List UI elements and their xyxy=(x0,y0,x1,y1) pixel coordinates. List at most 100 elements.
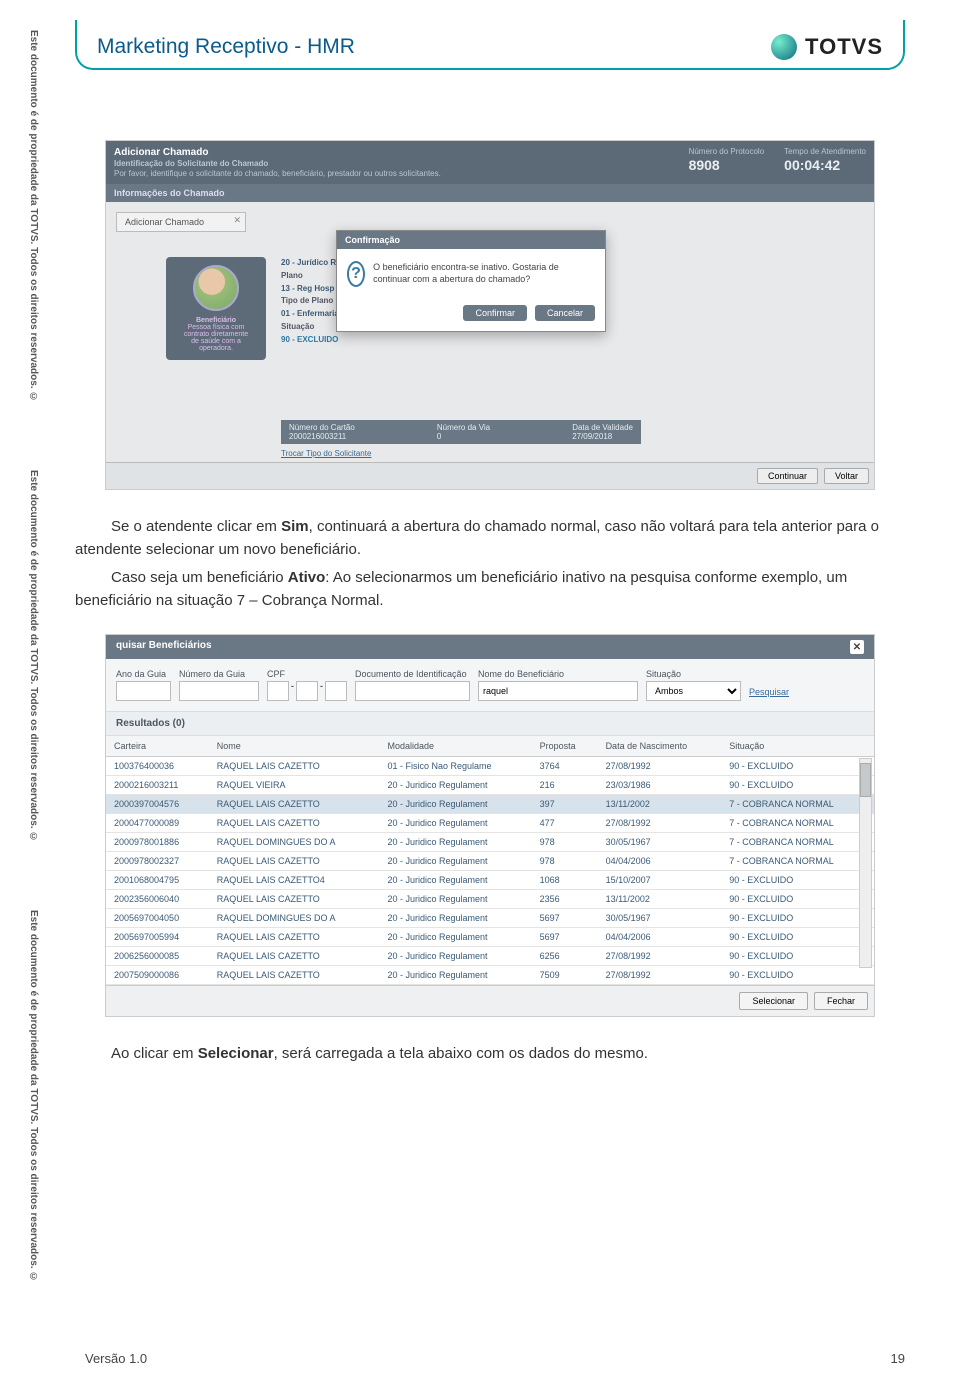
table-row[interactable]: 2000477000089RAQUEL LAIS CAZETTO20 - Jur… xyxy=(106,814,874,833)
table-cell: 2000978002327 xyxy=(106,852,209,871)
table-cell: 20 - Juridico Regulament xyxy=(379,814,531,833)
voltar-button[interactable]: Voltar xyxy=(824,468,869,484)
side-note: Este documento é de propriedade da TOTVS… xyxy=(28,470,39,842)
beneficiario-card[interactable]: Beneficiário Pessoa física com contrato … xyxy=(166,257,266,360)
doc-input[interactable] xyxy=(355,681,470,701)
text-bold: Selecionar xyxy=(198,1045,274,1062)
page-number: 19 xyxy=(891,1351,905,1366)
tab-adicionar-chamado[interactable]: Adicionar Chamado ✕ xyxy=(116,212,246,232)
cpf-input-3[interactable] xyxy=(325,681,347,701)
ident-title: Identificação do Solicitante do Chamado xyxy=(114,159,669,168)
table-row[interactable]: 2005697004050RAQUEL DOMINGUES DO A20 - J… xyxy=(106,909,874,928)
question-icon: ? xyxy=(347,261,365,287)
results-header: Resultados (0) xyxy=(106,712,874,736)
table-cell: 15/10/2007 xyxy=(598,871,722,890)
totvs-logo-text: TOTVS xyxy=(805,34,883,60)
table-cell: 90 - EXCLUIDO xyxy=(721,890,874,909)
table-cell: 1068 xyxy=(532,871,598,890)
text: Caso seja um beneficiário xyxy=(111,569,288,586)
table-cell: RAQUEL LAIS CAZETTO xyxy=(209,757,380,776)
table-row[interactable]: 2000978002327RAQUEL LAIS CAZETTO20 - Jur… xyxy=(106,852,874,871)
ano-input[interactable] xyxy=(116,681,171,701)
table-cell: 90 - EXCLUIDO xyxy=(721,909,874,928)
column-header[interactable]: Data de Nascimento xyxy=(598,736,722,757)
via-label: Número da Via xyxy=(437,423,490,432)
confirm-button[interactable]: Confirmar xyxy=(463,305,527,321)
doc-label: Documento de Identificação xyxy=(355,669,470,679)
table-cell: 27/08/1992 xyxy=(598,757,722,776)
table-cell: 2007509000086 xyxy=(106,966,209,985)
table-cell: 3764 xyxy=(532,757,598,776)
pesquisar-link[interactable]: Pesquisar xyxy=(749,687,789,701)
table-row[interactable]: 2005697005994RAQUEL LAIS CAZETTO20 - Jur… xyxy=(106,928,874,947)
tempo-value: 00:04:42 xyxy=(784,157,866,173)
table-cell: RAQUEL LAIS CAZETTO xyxy=(209,814,380,833)
column-header[interactable]: Modalidade xyxy=(379,736,531,757)
protocolo-label: Número do Protocolo xyxy=(689,147,765,156)
situacao-select[interactable]: Ambos xyxy=(646,681,741,701)
table-cell: 20 - Juridico Regulament xyxy=(379,890,531,909)
table-cell: RAQUEL LAIS CAZETTO4 xyxy=(209,871,380,890)
table-cell: RAQUEL DOMINGUES DO A xyxy=(209,833,380,852)
table-cell: 2000397004576 xyxy=(106,795,209,814)
column-header[interactable]: Situação xyxy=(721,736,874,757)
close-icon[interactable]: ✕ xyxy=(850,640,864,654)
cpf-input-1[interactable] xyxy=(267,681,289,701)
table-cell: 90 - EXCLUIDO xyxy=(721,947,874,966)
table-cell: 20 - Juridico Regulament xyxy=(379,833,531,852)
table-cell: 2006256000085 xyxy=(106,947,209,966)
table-cell: 5697 xyxy=(532,928,598,947)
table-row[interactable]: 100376400036RAQUEL LAIS CAZETTO01 - Fisi… xyxy=(106,757,874,776)
table-cell: 6256 xyxy=(532,947,598,966)
card-title: Beneficiário xyxy=(174,317,258,324)
column-header[interactable]: Nome xyxy=(209,736,380,757)
table-cell: 23/03/1986 xyxy=(598,776,722,795)
nome-input[interactable] xyxy=(478,681,638,701)
scrollbar[interactable] xyxy=(859,758,872,968)
validade-label: Data de Validade xyxy=(572,423,633,432)
text-bold: Ativo xyxy=(288,569,326,586)
cancel-button[interactable]: Cancelar xyxy=(535,305,595,321)
table-row[interactable]: 2006256000085RAQUEL LAIS CAZETTO20 - Jur… xyxy=(106,947,874,966)
table-cell: 7 - COBRANCA NORMAL xyxy=(721,833,874,852)
dialog-title: quisar Beneficiários xyxy=(116,640,212,654)
table-cell: RAQUEL LAIS CAZETTO xyxy=(209,928,380,947)
continuar-button[interactable]: Continuar xyxy=(757,468,818,484)
scrollbar-thumb[interactable] xyxy=(860,763,871,797)
ano-label: Ano da Guia xyxy=(116,669,171,679)
cartao-label: Número do Cartão xyxy=(289,423,355,432)
column-header[interactable]: Carteira xyxy=(106,736,209,757)
selecionar-button[interactable]: Selecionar xyxy=(739,992,808,1010)
table-row[interactable]: 2000216003211RAQUEL VIEIRA20 - Juridico … xyxy=(106,776,874,795)
table-cell: 2005697005994 xyxy=(106,928,209,947)
table-cell: 978 xyxy=(532,852,598,871)
cpf-label: CPF xyxy=(267,669,347,679)
numero-input[interactable] xyxy=(179,681,259,701)
text: Se o atendente clicar em xyxy=(111,518,281,535)
close-icon[interactable]: ✕ xyxy=(233,215,241,226)
table-cell: 13/11/2002 xyxy=(598,795,722,814)
fechar-button[interactable]: Fechar xyxy=(814,992,868,1010)
table-cell: 13/11/2002 xyxy=(598,890,722,909)
column-header[interactable]: Proposta xyxy=(532,736,598,757)
table-cell: 397 xyxy=(532,795,598,814)
version-label: Versão 1.0 xyxy=(85,1351,147,1366)
table-row[interactable]: 2001068004795RAQUEL LAIS CAZETTO420 - Ju… xyxy=(106,871,874,890)
side-note: Este documento é de propriedade da TOTVS… xyxy=(28,910,39,1282)
confirm-dialog: Confirmação ? O beneficiário encontra-se… xyxy=(336,230,606,332)
table-row[interactable]: 2007509000086RAQUEL LAIS CAZETTO20 - Jur… xyxy=(106,966,874,985)
validade-value: 27/09/2018 xyxy=(572,432,633,441)
table-cell: 2001068004795 xyxy=(106,871,209,890)
paragraph-2: Caso seja um beneficiário Ativo: Ao sele… xyxy=(75,566,905,613)
table-cell: 01 - Fisico Nao Regulame xyxy=(379,757,531,776)
table-row[interactable]: 2002356006040RAQUEL LAIS CAZETTO20 - Jur… xyxy=(106,890,874,909)
table-cell: 90 - EXCLUIDO xyxy=(721,776,874,795)
table-cell: 100376400036 xyxy=(106,757,209,776)
table-row[interactable]: 2000397004576RAQUEL LAIS CAZETTO20 - Jur… xyxy=(106,795,874,814)
trocar-tipo-link[interactable]: Trocar Tipo do Solicitante xyxy=(281,449,371,458)
cpf-input-2[interactable] xyxy=(296,681,318,701)
table-cell: 30/05/1967 xyxy=(598,833,722,852)
table-cell: 2000216003211 xyxy=(106,776,209,795)
table-cell: 90 - EXCLUIDO xyxy=(721,928,874,947)
table-row[interactable]: 2000978001886RAQUEL DOMINGUES DO A20 - J… xyxy=(106,833,874,852)
